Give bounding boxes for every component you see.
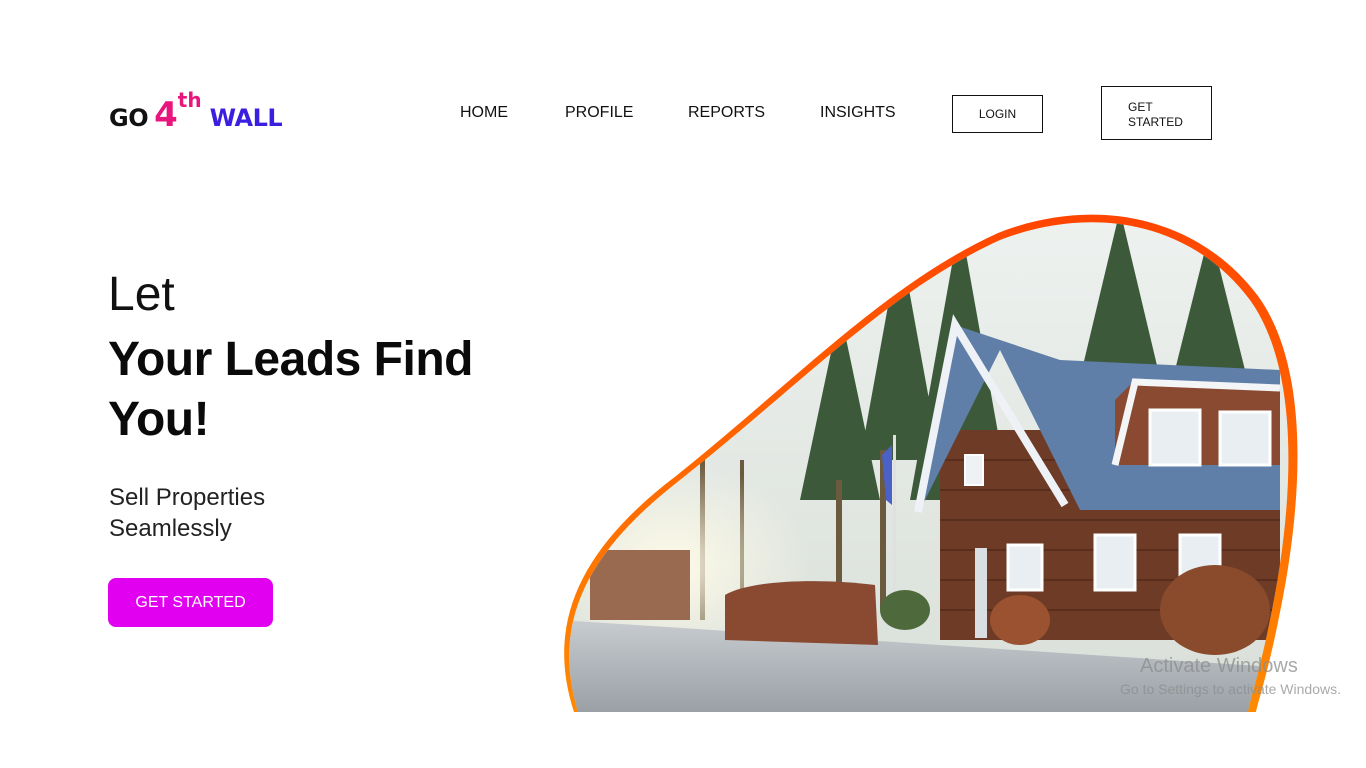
windows-activation-subtitle: Go to Settings to activate Windows. [1120, 681, 1341, 697]
logo-th: th [177, 88, 202, 112]
windows-activation-title: Activate Windows [1140, 655, 1298, 677]
logo-four: 4 [154, 95, 178, 135]
header-get-started-button[interactable]: GET STARTED [1101, 86, 1212, 140]
nav-profile[interactable]: PROFILE [565, 104, 633, 122]
hero-subtitle: Sell Properties Seamlessly [109, 484, 266, 542]
brand-logo[interactable]: GO 4 th WALL [109, 86, 283, 135]
nav-home[interactable]: HOME [460, 104, 508, 122]
nav-insights[interactable]: INSIGHTS [820, 104, 896, 122]
nav-reports[interactable]: REPORTS [688, 104, 765, 122]
logo-wall: WALL [209, 104, 283, 132]
logo-go: GO [109, 104, 149, 132]
hero-house-image [564, 214, 1298, 712]
login-button[interactable]: LOGIN [952, 95, 1043, 133]
hero-headline: Your Leads Find You! [108, 333, 473, 446]
hero-line1: Let [108, 268, 175, 321]
hero-get-started-button[interactable]: GET STARTED [108, 578, 273, 627]
